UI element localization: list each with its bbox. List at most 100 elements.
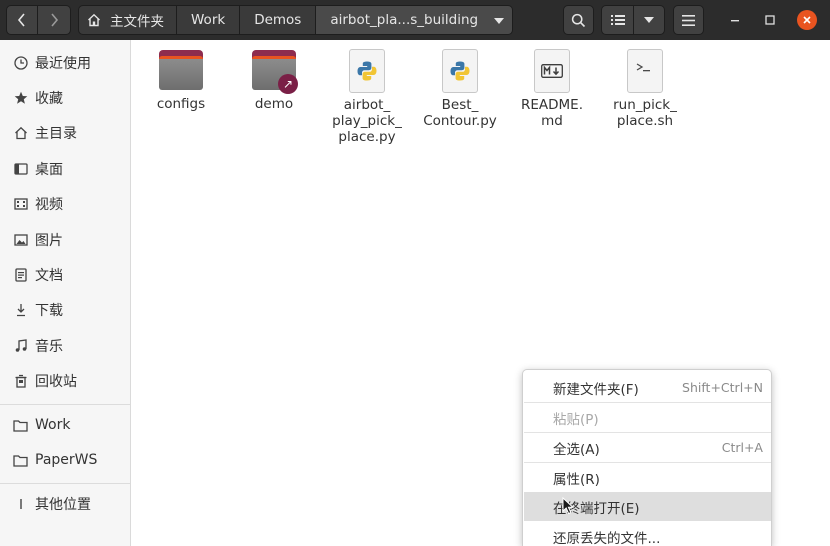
chevron-right-icon: [51, 13, 59, 27]
menu-item-label: 新建文件夹(F): [553, 381, 639, 398]
sidebar-item-home[interactable]: 主目录: [0, 116, 130, 150]
folder-link-icon: ↗: [252, 50, 298, 94]
back-button[interactable]: [6, 5, 38, 35]
plus-icon: [12, 496, 29, 513]
header-bar: 主文件夹 Work Demos airbot_pla...s_building: [0, 0, 830, 40]
sidebar-item-downloads[interactable]: 下载: [0, 293, 130, 327]
sidebar-item-label: 其他位置: [35, 497, 91, 513]
hamburger-menu-icon: [682, 14, 695, 26]
trash-icon: [12, 373, 29, 390]
file-item-airbot-play-pick-place[interactable]: airbot_ play_pick_ place.py: [322, 49, 412, 145]
maximize-button[interactable]: [760, 10, 780, 30]
close-icon: [803, 16, 811, 24]
sidebar-item-label: 图片: [35, 233, 63, 249]
sidebar-item-work[interactable]: Work: [0, 408, 130, 442]
markdown-file-icon: [534, 49, 570, 93]
file-name: airbot_ play_pick_ place.py: [332, 97, 402, 145]
sidebar-item-trash[interactable]: 回收站: [0, 364, 130, 398]
file-name: run_pick_ place.sh: [613, 97, 677, 129]
file-item-best-contour[interactable]: Best_ Contour.py: [415, 49, 505, 129]
search-icon: [571, 13, 586, 27]
view-toggle-button[interactable]: [601, 5, 634, 35]
breadcrumb: 主文件夹 Work Demos airbot_pla...s_building: [78, 5, 514, 35]
sidebar: 最近使用 收藏 主目录 桌面 视频 图片 文档 下载 音乐 回收站 Work P…: [0, 40, 131, 546]
menu-item-label: 属性(R): [553, 471, 600, 488]
minimize-icon: [731, 20, 739, 22]
sidebar-item-starred[interactable]: 收藏: [0, 81, 130, 115]
sidebar-item-label: 最近使用: [35, 56, 91, 72]
sidebar-item-label: 文档: [35, 268, 63, 284]
chevron-left-icon: [17, 13, 25, 27]
breadcrumb-current[interactable]: airbot_pla...s_building: [316, 5, 514, 35]
sidebar-item-other-locations[interactable]: 其他位置: [0, 487, 130, 521]
close-button[interactable]: [797, 10, 817, 30]
desktop-icon: [12, 161, 29, 178]
sidebar-item-music[interactable]: 音乐: [0, 329, 130, 363]
sidebar-item-label: 下载: [35, 303, 63, 319]
breadcrumb-label-current: airbot_pla...s_building: [330, 12, 479, 28]
file-item-demo[interactable]: ↗ demo: [229, 50, 319, 112]
sidebar-item-label: PaperWS: [35, 452, 98, 468]
breadcrumb-label-work: Work: [191, 12, 226, 28]
star-icon: [12, 90, 29, 107]
main-menu-button[interactable]: [673, 5, 704, 35]
menu-item-accel: Ctrl+A: [721, 440, 763, 455]
document-icon: [12, 267, 29, 284]
maximize-icon: [765, 15, 775, 25]
home-icon: [12, 125, 29, 142]
sidebar-item-label: Work: [35, 417, 71, 433]
clock-icon: [12, 55, 29, 72]
mouse-cursor-icon: [562, 497, 575, 515]
sidebar-item-paperws[interactable]: PaperWS: [0, 443, 130, 477]
breadcrumb-home[interactable]: 主文件夹: [78, 5, 177, 35]
sidebar-item-desktop[interactable]: 桌面: [0, 152, 130, 186]
menu-item-select-all[interactable]: 全选(A) Ctrl+A: [524, 433, 771, 462]
sidebar-item-videos[interactable]: 视频: [0, 187, 130, 221]
music-icon: [12, 338, 29, 355]
python-file-icon: [442, 49, 478, 93]
sidebar-item-label: 视频: [35, 197, 63, 213]
menu-item-new-folder[interactable]: 新建文件夹(F) Shift+Ctrl+N: [524, 373, 771, 402]
picture-icon: [12, 232, 29, 249]
sidebar-item-documents[interactable]: 文档: [0, 258, 130, 292]
file-item-configs[interactable]: configs: [136, 50, 226, 112]
menu-item-paste[interactable]: 粘贴(P): [524, 403, 771, 432]
menu-item-restore-missing-files[interactable]: 还原丢失的文件...: [524, 522, 771, 546]
sidebar-item-label: 收藏: [35, 91, 63, 107]
menu-item-label: 还原丢失的文件...: [553, 530, 661, 546]
folder-icon: [12, 452, 29, 469]
context-menu: 新建文件夹(F) Shift+Ctrl+N 粘贴(P) 全选(A) Ctrl+A…: [522, 369, 772, 546]
sidebar-item-label: 桌面: [35, 162, 63, 178]
folder-icon: [12, 417, 29, 434]
breadcrumb-label-demos: Demos: [254, 12, 302, 28]
symlink-arrow-icon: ↗: [278, 74, 298, 94]
search-button[interactable]: [563, 5, 594, 35]
list-view-icon: [610, 15, 625, 25]
menu-item-properties[interactable]: 属性(R): [524, 463, 771, 492]
breadcrumb-label-home: 主文件夹: [110, 14, 164, 30]
sidebar-item-pictures[interactable]: 图片: [0, 223, 130, 257]
file-name: demo: [254, 96, 294, 112]
file-item-run-pick-place[interactable]: run_pick_ place.sh: [600, 49, 690, 129]
sidebar-separator: [0, 483, 130, 484]
menu-item-accel: Shift+Ctrl+N: [682, 380, 763, 395]
menu-item-label: 粘贴(P): [553, 411, 599, 428]
chevron-down-icon: [644, 17, 654, 23]
chevron-down-icon: [494, 18, 505, 24]
forward-button[interactable]: [38, 5, 71, 35]
view-options-button[interactable]: [634, 5, 665, 35]
sidebar-item-recent[interactable]: 最近使用: [0, 46, 130, 80]
video-icon: [12, 196, 29, 213]
download-icon: [12, 302, 29, 319]
shell-script-icon: [627, 49, 663, 93]
sidebar-item-label: 音乐: [35, 339, 63, 355]
minimize-button[interactable]: [725, 10, 745, 30]
sidebar-item-label: 主目录: [35, 126, 77, 142]
file-name: README. md: [520, 97, 583, 129]
breadcrumb-demos[interactable]: Demos: [240, 5, 317, 35]
folder-icon: [159, 50, 203, 90]
file-item-readme[interactable]: README. md: [507, 49, 597, 129]
breadcrumb-work[interactable]: Work: [177, 5, 241, 35]
file-name: Best_ Contour.py: [423, 97, 497, 129]
menu-item-label: 全选(A): [553, 441, 600, 458]
